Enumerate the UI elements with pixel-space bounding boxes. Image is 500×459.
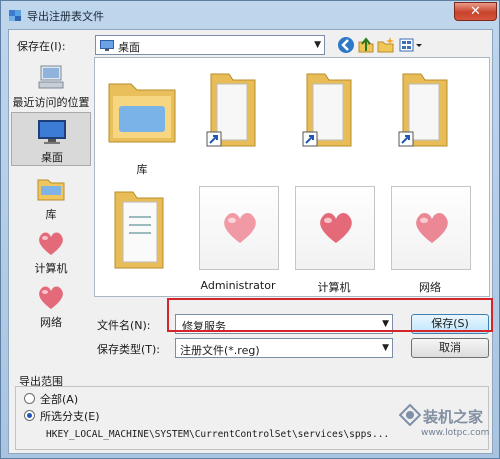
- heart-icon: [39, 286, 63, 309]
- file-item[interactable]: [99, 182, 185, 294]
- location-value: 桌面: [118, 41, 140, 54]
- branch-path-field[interactable]: HKEY_LOCAL_MACHINE\SYSTEM\CurrentControl…: [46, 429, 389, 440]
- desktop-small-icon: [100, 40, 114, 51]
- places-bar: 最近访问的位置 桌面 库 计算机 网络: [11, 56, 91, 376]
- radio-all[interactable]: [24, 393, 35, 404]
- place-label: 计算机: [34, 262, 68, 275]
- dialog-client: 保存在(I): 桌面 ▼ 最近访问的位置 桌面 库 计算机 网络 库 Admin…: [8, 29, 493, 454]
- heart-thumbnail: [391, 186, 471, 270]
- heart-thumbnail: [199, 186, 279, 270]
- place-libraries[interactable]: 库: [11, 170, 91, 224]
- place-network[interactable]: 网络: [11, 278, 91, 332]
- heart-icon: [320, 213, 352, 243]
- file-item-network[interactable]: 网络: [387, 182, 473, 294]
- file-item[interactable]: [291, 64, 377, 176]
- heart-icon: [39, 232, 63, 255]
- libraries-icon: [37, 179, 65, 201]
- place-label: 桌面: [41, 151, 63, 164]
- window-title: 导出注册表文件: [27, 10, 104, 23]
- place-label: 网络: [40, 316, 62, 329]
- title-bar: 导出注册表文件 ✕: [1, 1, 499, 29]
- file-item-library[interactable]: 库: [99, 64, 185, 176]
- watermark: 装机之家 www.lotpc.com: [399, 396, 499, 458]
- radio-all-label: 全部(A): [40, 393, 79, 406]
- file-item-computer[interactable]: 计算机: [291, 182, 377, 294]
- place-recent[interactable]: 最近访问的位置: [11, 58, 91, 112]
- radio-branch-label: 所选分支(E): [40, 410, 100, 423]
- close-icon: ✕: [470, 4, 481, 19]
- back-icon[interactable]: [337, 36, 355, 54]
- cancel-button[interactable]: 取消: [411, 338, 489, 358]
- place-computer[interactable]: 计算机: [11, 224, 91, 278]
- watermark-logo-icon: [399, 404, 421, 426]
- place-label: 最近访问的位置: [12, 96, 90, 109]
- regedit-icon: [9, 10, 21, 21]
- watermark-text: 装机之家: [423, 408, 484, 426]
- close-button[interactable]: ✕: [454, 2, 497, 21]
- heart-thumbnail: [295, 186, 375, 270]
- filetype-value: 注册文件(*.reg): [180, 344, 260, 357]
- new-folder-icon[interactable]: [377, 36, 395, 54]
- export-registry-dialog: 导出注册表文件 ✕ 保存在(I): 桌面 ▼ 最近访问的位置 桌面 库 计算机 …: [0, 0, 500, 459]
- place-label: 库: [45, 208, 57, 221]
- place-desktop[interactable]: 桌面: [11, 112, 91, 166]
- file-item[interactable]: [387, 64, 473, 176]
- shortcut-folder-icon: [398, 73, 448, 147]
- radio-selected-branch[interactable]: [24, 410, 35, 421]
- file-item[interactable]: [195, 64, 281, 176]
- file-label: 计算机: [317, 281, 351, 294]
- desktop-icon: [38, 120, 66, 144]
- file-label: Administrator: [200, 279, 276, 292]
- highlight-annotation: [167, 298, 493, 332]
- shortcut-folder-icon: [206, 73, 256, 147]
- chevron-down-icon: ▼: [314, 40, 321, 50]
- filename-label: 文件名(N):: [97, 319, 151, 332]
- views-menu-icon[interactable]: [399, 36, 423, 54]
- recent-places-icon: [38, 65, 64, 89]
- file-list[interactable]: 库 Administrator 计算机 网络: [94, 57, 490, 297]
- file-label: 网络: [419, 281, 441, 294]
- file-label: 库: [136, 163, 148, 176]
- filetype-label: 保存类型(T):: [97, 343, 161, 356]
- watermark-url: www.lotpc.com: [421, 428, 490, 438]
- filetype-select[interactable]: 注册文件(*.reg) ▼: [175, 338, 393, 358]
- save-in-label: 保存在(I):: [17, 40, 66, 53]
- location-select[interactable]: 桌面 ▼: [95, 35, 325, 55]
- file-item-administrator[interactable]: Administrator: [195, 182, 281, 294]
- document-folder-icon: [114, 191, 164, 269]
- shortcut-folder-icon: [302, 73, 352, 147]
- heart-icon: [224, 213, 256, 243]
- chevron-down-icon: ▼: [382, 343, 389, 353]
- up-folder-icon[interactable]: [357, 36, 375, 54]
- library-folder-icon: [108, 83, 176, 143]
- heart-icon: [416, 213, 448, 243]
